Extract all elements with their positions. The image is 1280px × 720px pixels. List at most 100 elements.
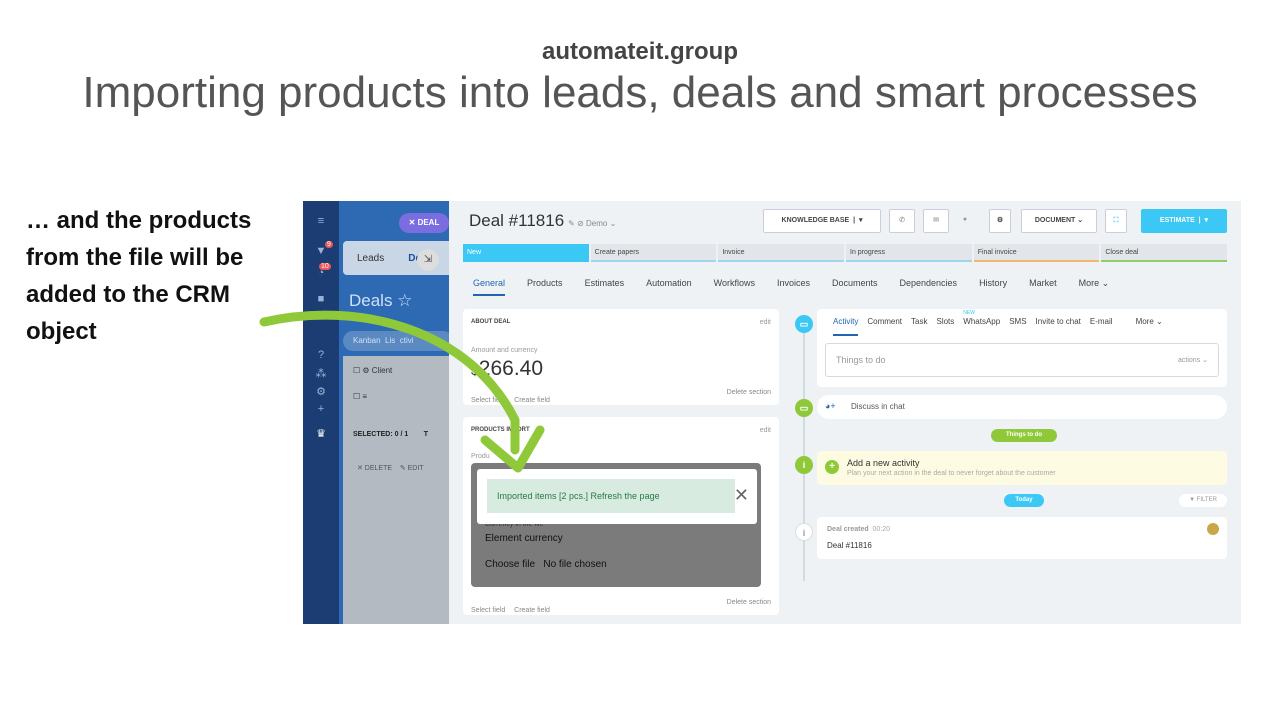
deal-title-text: Deal #11816 <box>469 211 565 230</box>
import-header: PRODUCTS IMPORT <box>471 427 530 433</box>
notification-badge: 9 <box>325 241 333 248</box>
network-icon[interactable]: ⁂ <box>313 367 329 380</box>
todo-input[interactable]: Things to do actions ⌄ <box>825 343 1219 377</box>
selected-extra: T <box>423 431 429 438</box>
tab-task[interactable]: Task <box>911 317 927 336</box>
file-input[interactable]: Choose file No file chosen <box>485 559 607 570</box>
whatsapp-label: WhatsApp <box>963 317 1001 326</box>
tab-invoices[interactable]: Invoices <box>777 278 810 296</box>
import-create-field[interactable]: Create field <box>514 607 550 614</box>
deal-created-name[interactable]: Deal #11816 <box>827 541 872 550</box>
tab-automation[interactable]: Automation <box>646 278 692 296</box>
tab-sms[interactable]: SMS <box>1009 317 1026 336</box>
close-icon[interactable]: ✕ <box>734 485 749 505</box>
estimate-button[interactable]: ESTIMATE | ▾ <box>1141 209 1227 233</box>
crm-sidebar: ✕ DEAL Leads De ⇲ Deals ☆ Kanban Lis ctiv… <box>339 201 453 624</box>
stage-invoice[interactable]: Invoice <box>718 244 845 262</box>
tab-history[interactable]: History <box>979 278 1007 296</box>
import-delete-section[interactable]: Delete section <box>727 599 771 606</box>
fullscreen-icon[interactable]: ⛶ <box>1105 209 1127 233</box>
tab-workflows[interactable]: Workflows <box>714 278 755 296</box>
tab-invite-chat[interactable]: Invite to chat <box>1036 317 1081 336</box>
view-switcher[interactable]: Kanban Lis ctivi <box>343 331 453 351</box>
activity-label[interactable]: ctivi <box>400 336 414 345</box>
knowledge-base-button[interactable]: KNOWLEDGE BASE | ▾ <box>763 209 881 233</box>
import-edit-link[interactable]: edit <box>760 427 771 434</box>
deal-created-line: Deal created 00:20 <box>827 526 890 533</box>
stage-in-progress[interactable]: In progress <box>846 244 972 262</box>
estimate-label: ESTIMATE <box>1159 217 1195 224</box>
tab-estimates[interactable]: Estimates <box>585 278 625 296</box>
tab-activity[interactable]: Activity <box>833 317 859 336</box>
add-activity-hint: Plan your next action in the deal to nev… <box>847 470 1056 477</box>
products-label: Produ <box>471 453 490 460</box>
amount-number: 266.40 <box>478 357 544 380</box>
stage-new[interactable]: New <box>463 244 589 262</box>
client-header: Client <box>371 366 393 375</box>
choose-file-button[interactable]: Choose file <box>485 559 535 570</box>
tab-general[interactable]: General <box>473 278 506 296</box>
actions-dropdown[interactable]: actions ⌄ <box>1178 356 1208 364</box>
expand-icon[interactable]: ⇲ <box>417 249 439 271</box>
mail-icon[interactable]: ✉ <box>923 209 949 233</box>
tab-comment[interactable]: Comment <box>867 317 902 336</box>
deal-category[interactable]: ✎ ⊘ Demo ⌄ <box>568 219 616 228</box>
edit-button[interactable]: ✎ EDIT <box>400 465 424 472</box>
skype-icon[interactable]: ● <box>955 209 975 233</box>
avatar[interactable] <box>1207 523 1219 535</box>
stage-create-papers[interactable]: Create papers <box>590 244 717 262</box>
tab-more[interactable]: More ⌄ <box>1079 278 1110 296</box>
currency-value[interactable]: Element currency <box>485 533 563 544</box>
deal-panel: Deal #11816 ✎ ⊘ Demo ⌄ KNOWLEDGE BASE | ▾… <box>449 201 1241 624</box>
knowledge-base-label: KNOWLEDGE BASE <box>781 217 850 224</box>
tab-products[interactable]: Products <box>527 278 563 296</box>
chat-icon: ▭ <box>795 399 813 417</box>
left-rail: ≡ ▼ 9 ◔ 10 ■ ? ⁂ ⚙ + ♛ <box>303 201 339 624</box>
stage-final-invoice[interactable]: Final invoice <box>973 244 1100 262</box>
list-label[interactable]: Lis <box>385 336 395 345</box>
todo-placeholder: Things to do <box>836 355 886 365</box>
import-select-field[interactable]: Select field <box>471 607 505 614</box>
filter-button[interactable]: ▼ FILTER <box>1179 494 1227 507</box>
tab-dependencies[interactable]: Dependencies <box>900 278 958 296</box>
phone-icon[interactable]: ✆ <box>889 209 915 233</box>
tab-email[interactable]: E-mail <box>1090 317 1113 336</box>
deal-chip[interactable]: ✕ DEAL <box>399 213 449 233</box>
list-panel: ☐ ⚙ Client ☐ ≡ SELECTED: 0 / 1 T ✕ DELET… <box>343 356 453 624</box>
document-button[interactable]: DOCUMENT ⌄ <box>1021 209 1097 233</box>
discuss-label: Discuss in chat <box>851 402 905 411</box>
list-row[interactable]: ☐ ≡ <box>353 392 367 401</box>
delete-button[interactable]: ✕ DELETE <box>357 465 392 472</box>
deal-created-time: 00:20 <box>872 526 891 533</box>
plus-icon[interactable]: + <box>313 403 329 415</box>
about-select-field[interactable]: Select field <box>471 397 505 404</box>
add-icon: + <box>825 460 839 474</box>
bulk-actions: ✕ DELETE ✎ EDIT <box>357 464 424 472</box>
about-deal-header: ABOUT DEAL <box>471 319 511 325</box>
tab-whatsapp[interactable]: NEW WhatsApp <box>963 310 1001 336</box>
stage-close-deal[interactable]: Close deal <box>1101 244 1228 262</box>
menu-icon[interactable]: ≡ <box>313 215 329 227</box>
leads-label: Leads <box>357 253 385 264</box>
about-create-field[interactable]: Create field <box>514 397 550 404</box>
amount-value[interactable]: $266.40 <box>471 357 543 381</box>
tab-documents[interactable]: Documents <box>832 278 878 296</box>
add-activity-label: Add a new activity <box>847 458 920 468</box>
tab-feed-more[interactable]: More ⌄ <box>1136 317 1163 336</box>
box-icon[interactable]: ■ <box>313 293 329 305</box>
about-edit-link[interactable]: edit <box>760 319 771 326</box>
kanban-label[interactable]: Kanban <box>353 336 381 345</box>
help-icon[interactable]: ? <box>313 349 329 361</box>
tab-slots[interactable]: Slots <box>936 317 954 336</box>
add-activity-card[interactable]: + Add a new activity Plan your next acti… <box>817 451 1227 485</box>
crown-icon[interactable]: ♛ <box>313 427 329 440</box>
about-delete-section[interactable]: Delete section <box>727 389 771 396</box>
deal-title: Deal #11816 ✎ ⊘ Demo ⌄ <box>469 211 616 231</box>
settings-icon[interactable]: ⚙ <box>989 209 1011 233</box>
discuss-chat-bar[interactable]: ◕+ Discuss in chat <box>817 395 1227 419</box>
user-plus-icon: ◕+ <box>825 401 836 411</box>
client-row[interactable]: ☐ ⚙ Client <box>353 366 392 375</box>
tab-market[interactable]: Market <box>1029 278 1057 296</box>
gear-icon[interactable]: ⚙ <box>313 385 329 398</box>
about-footer: Select field Create field <box>471 389 550 407</box>
